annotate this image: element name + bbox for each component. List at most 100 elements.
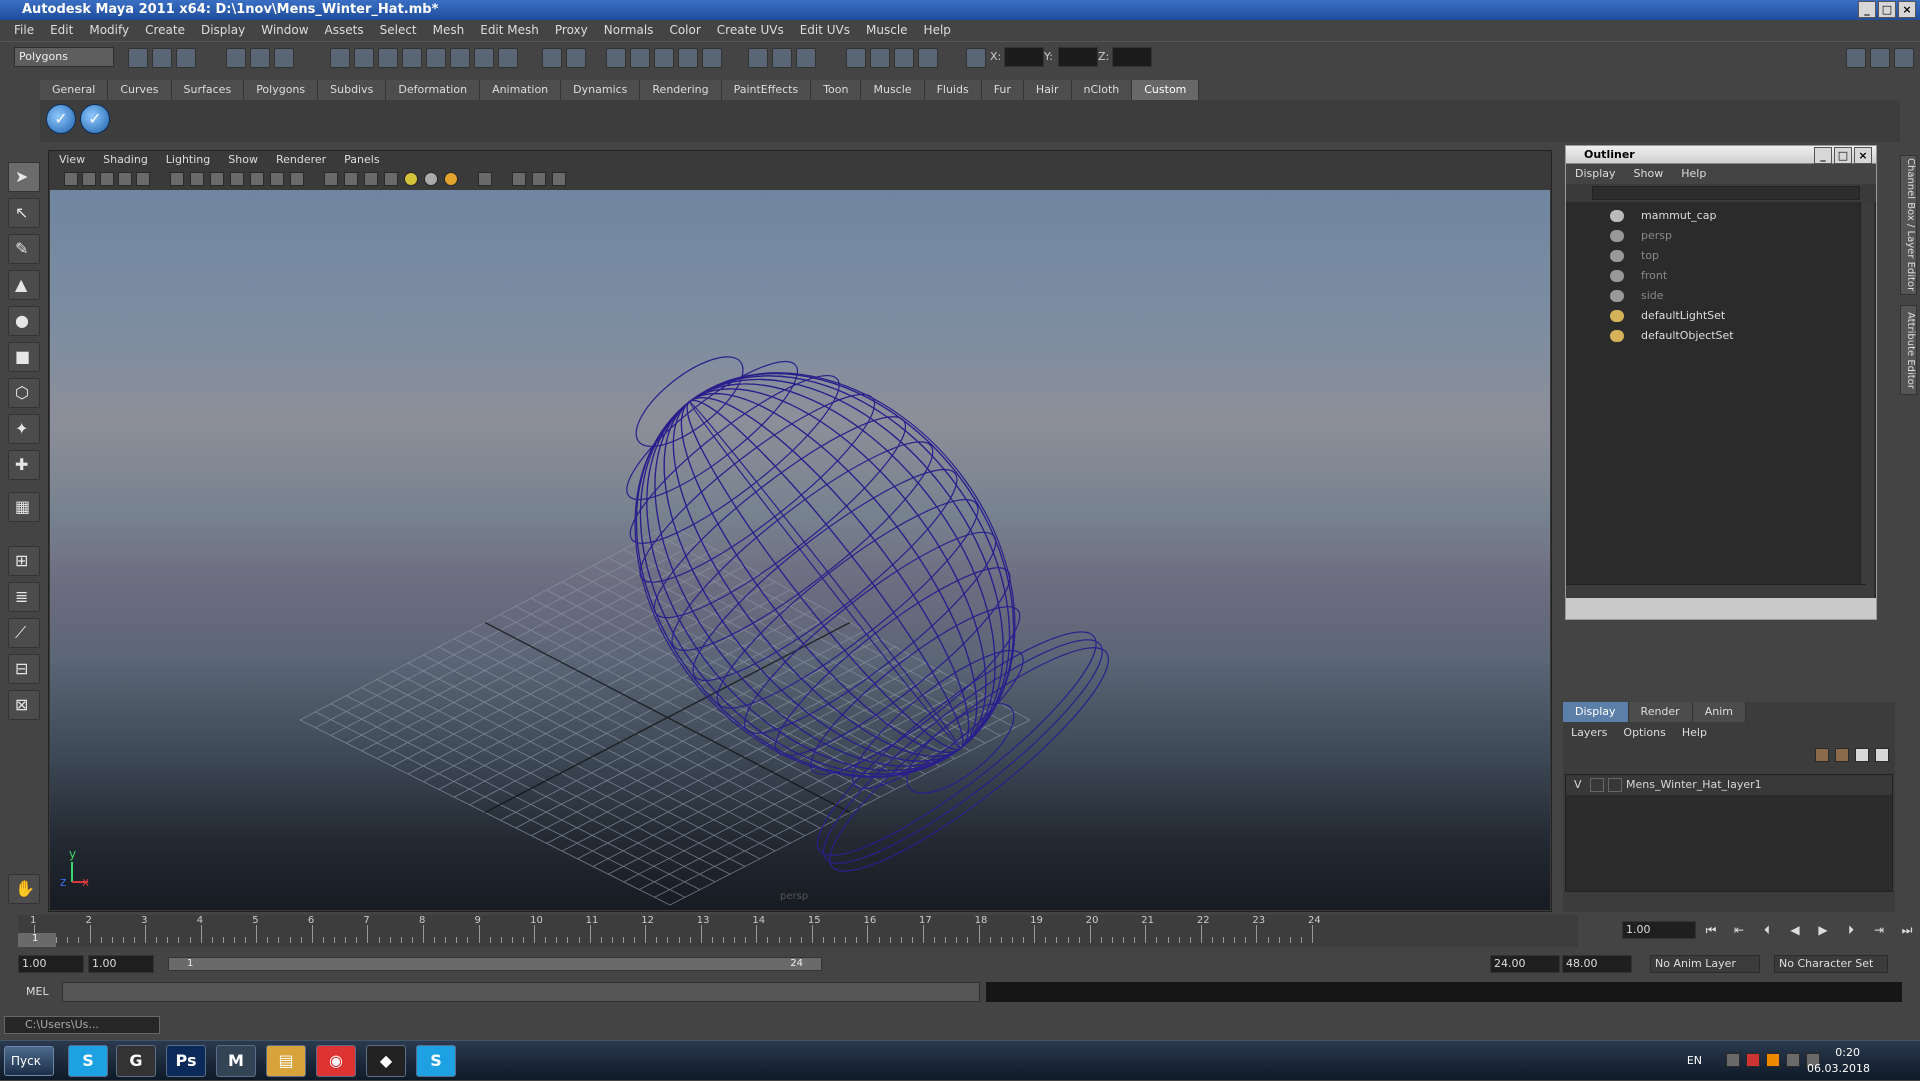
select-hierarchy-icon[interactable] [226,48,246,68]
tray-flag-icon[interactable] [1746,1053,1760,1067]
menu-normals[interactable]: Normals [596,23,662,37]
channel-box-icon[interactable] [1846,48,1866,68]
step-forward-frame-icon[interactable]: ⏵ [1840,919,1862,941]
history-icon[interactable] [450,48,470,68]
language-indicator[interactable]: EN [1687,1054,1702,1067]
paint-select-tool-icon[interactable]: ✎ [8,234,40,264]
shelf-tab-polygons[interactable]: Polygons [244,80,319,100]
new-layer-icon[interactable] [1815,748,1829,762]
menu-create-uvs[interactable]: Create UVs [709,23,792,37]
outliner-horizontal-scrollbar[interactable] [1566,584,1866,598]
animation-end-field[interactable]: 48.00 [1562,955,1632,973]
skype-taskbar-icon[interactable]: S [68,1045,108,1077]
step-back-key-icon[interactable]: ⇤ [1728,919,1750,941]
outliner-vertical-scrollbar[interactable] [1860,202,1874,598]
skype-taskbar-icon-2[interactable]: S [416,1045,456,1077]
move-tool-icon[interactable]: ▲ [8,270,40,300]
tool-settings-icon[interactable] [1870,48,1890,68]
maya-taskbar-icon[interactable]: M [216,1045,256,1077]
hand-tool-icon[interactable]: ✋ [8,874,40,904]
menu-proxy[interactable]: Proxy [547,23,596,37]
y-field[interactable] [1058,47,1098,67]
channel-box-tab[interactable]: Channel Box / Layer Editor [1900,155,1917,295]
layer-menu-layers[interactable]: Layers [1563,722,1615,744]
outliner-close-icon[interactable]: × [1854,147,1872,164]
outliner-item[interactable]: side [1566,286,1856,306]
viewport-menu-view[interactable]: View [50,151,94,169]
menu-color[interactable]: Color [661,23,708,37]
go-to-start-icon[interactable]: ⏮ [1700,919,1722,941]
xray-icon[interactable] [512,172,526,186]
scale-tool-icon[interactable]: ■ [8,342,40,372]
four-pane-layout-icon[interactable]: ⊞ [8,546,40,576]
layer-tab-render[interactable]: Render [1628,702,1693,722]
shelf-tab-custom[interactable]: Custom [1132,80,1200,100]
menu-window[interactable]: Window [253,23,316,37]
snap-plane-icon[interactable] [402,48,422,68]
viewport-menu-lighting[interactable]: Lighting [157,151,219,169]
menu-edit[interactable]: Edit [42,23,81,37]
clock-time[interactable]: 0:20 [1835,1046,1860,1059]
mode-dropdown[interactable]: Polygons [14,47,114,67]
xray-joints-icon[interactable] [532,172,546,186]
layer-tab-anim[interactable]: Anim [1692,702,1746,722]
hypershade-icon[interactable] [678,48,698,68]
select-tool-icon[interactable]: ➤ [8,162,40,192]
render-view-icon[interactable] [702,48,722,68]
start-button[interactable]: Пуск [4,1046,54,1076]
close-icon[interactable]: × [1898,1,1916,18]
outliner-layout-icon[interactable]: ≣ [8,582,40,612]
save-scene-icon[interactable] [176,48,196,68]
menu-muscle[interactable]: Muscle [858,23,916,37]
shelf-tab-toon[interactable]: Toon [811,80,862,100]
app-taskbar-icon[interactable]: G [116,1045,156,1077]
safe-title-icon[interactable] [290,172,304,186]
safe-action-icon[interactable] [270,172,284,186]
shelf-tab-fluids[interactable]: Fluids [924,80,982,100]
go-to-end-icon[interactable]: ⏭ [1896,919,1918,941]
batch-render-icon[interactable] [894,48,914,68]
new-scene-icon[interactable] [128,48,148,68]
mel-label[interactable]: MEL [26,985,49,998]
shelf-tab-ncloth[interactable]: nCloth [1071,80,1133,100]
camera-attributes-icon[interactable] [82,172,96,186]
render-icon[interactable] [606,48,626,68]
shelf-tab-subdivs[interactable]: Subdivs [318,80,387,100]
shelf-tab-fur[interactable]: Fur [981,80,1024,100]
shelf-tab-dynamics[interactable]: Dynamics [561,80,641,100]
move-layer-up-icon[interactable] [1855,748,1869,762]
x-field[interactable] [1004,47,1044,67]
range-bar[interactable]: 1 24 [168,957,822,971]
photoshop-taskbar-icon[interactable]: Ps [166,1045,206,1077]
menu-modify[interactable]: Modify [81,23,137,37]
render-frame-icon[interactable] [846,48,866,68]
open-scene-icon[interactable] [152,48,172,68]
camera-select-icon[interactable] [64,172,78,186]
menu-display[interactable]: Display [193,23,253,37]
outliner-item[interactable]: top [1566,246,1856,266]
3d-viewport[interactable]: y x z persp [50,190,1550,910]
lock-icon[interactable] [542,48,562,68]
layer-color-swatch[interactable] [1608,778,1622,792]
shelf-tab-surfaces[interactable]: Surfaces [171,80,245,100]
animation-start-field[interactable]: 1.00 [18,955,84,973]
help-icon[interactable] [498,48,518,68]
film-gate-icon[interactable] [190,172,204,186]
network-render-icon[interactable] [918,48,938,68]
tray-app-icon[interactable] [1766,1053,1780,1067]
outliner-maximize-icon[interactable]: □ [1834,147,1852,164]
outliner-item[interactable]: defaultObjectSet [1566,326,1856,346]
play-backward-icon[interactable]: ◀ [1784,919,1806,941]
snap-curve-icon[interactable] [354,48,374,68]
last-tool-icon[interactable]: ✚ [8,450,40,480]
anim-layer-dropdown[interactable]: No Anim Layer [1650,955,1760,973]
playback-start-field[interactable]: 1.00 [88,955,154,973]
lasso-tool-icon[interactable]: ↖ [8,198,40,228]
ipr-render-icon[interactable] [630,48,650,68]
minimize-icon[interactable]: _ [1858,1,1876,18]
mel-input[interactable] [62,982,980,1002]
single-pane-layout-icon[interactable]: ▦ [8,492,40,522]
render-region-icon[interactable] [566,48,586,68]
layer-template-toggle[interactable] [1590,778,1604,792]
script-editor-icon[interactable] [796,48,816,68]
